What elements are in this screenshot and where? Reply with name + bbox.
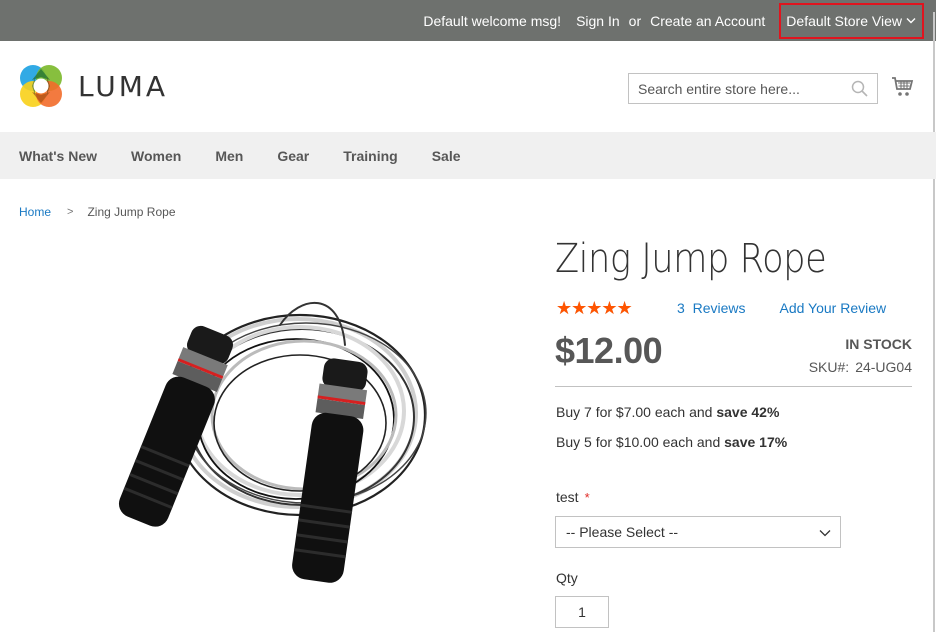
required-asterisk: * (584, 490, 590, 505)
stock-status: IN STOCK (845, 336, 912, 352)
product-price: $12.00 (555, 330, 663, 371)
store-view-switcher[interactable]: Default Store View (779, 2, 924, 39)
nav-item-sale[interactable]: Sale (432, 148, 461, 164)
qty-input[interactable] (555, 596, 609, 628)
or-text: or (628, 12, 642, 29)
nav-item-gear[interactable]: Gear (277, 148, 309, 164)
rating-stars-filled-icon: ★★★★★ (556, 299, 633, 317)
main-navigation: What's New Women Men Gear Training Sale (0, 132, 936, 179)
nav-item-men[interactable]: Men (215, 148, 243, 164)
logo-text: LUMA (78, 69, 169, 103)
sku-value: 24-UG04 (855, 359, 912, 375)
create-account-link[interactable]: Create an Account (650, 13, 765, 29)
sku-label: SKU#: (808, 359, 850, 375)
tier-price-save: save 17% (724, 434, 788, 450)
tier-price-text: Buy 5 for $10.00 each and (556, 434, 725, 450)
breadcrumb-current: Zing Jump Rope (87, 205, 176, 219)
top-links: Default welcome msg! Sign In or Create a… (423, 0, 924, 41)
nav-item-whats-new[interactable]: What's New (19, 148, 97, 164)
tier-price-text: Buy 7 for $7.00 each and (556, 404, 717, 420)
chevron-down-icon (906, 18, 916, 24)
search-input[interactable] (629, 74, 839, 103)
product-title: Zing Jump Rope (555, 236, 827, 282)
search-box[interactable] (628, 73, 878, 104)
breadcrumb-home[interactable]: Home (19, 205, 51, 219)
store-view-label: Default Store View (786, 12, 902, 29)
tier-price: Buy 5 for $10.00 each and save 17% (556, 434, 787, 450)
product-rating: ★★★★★ ★★★★★ 3 Reviews Add Your Review (556, 299, 886, 317)
sign-in-link[interactable]: Sign In (576, 13, 620, 29)
nav-item-women[interactable]: Women (131, 148, 181, 164)
breadcrumb-separator-icon: > (67, 206, 74, 218)
search-icon[interactable] (851, 80, 868, 97)
luma-logo-icon (20, 65, 62, 107)
option-label-text: test (556, 489, 579, 505)
chevron-down-icon (819, 530, 831, 537)
product-image[interactable] (110, 285, 440, 595)
scrollbar[interactable] (933, 12, 935, 632)
qty-label: Qty (556, 570, 578, 586)
tier-price-save: save 42% (716, 404, 780, 420)
option-select-value: -- Please Select -- (566, 524, 679, 540)
reviews-count: 3 (677, 300, 685, 316)
tier-price: Buy 7 for $7.00 each and save 42% (556, 404, 779, 420)
add-review-link[interactable]: Add Your Review (779, 300, 886, 316)
divider (555, 386, 912, 387)
breadcrumb: Home > Zing Jump Rope (19, 205, 176, 219)
reviews-label: Reviews (692, 300, 746, 316)
welcome-message: Default welcome msg! (423, 12, 562, 29)
luma-logo[interactable]: LUMA (18, 63, 168, 109)
nav-item-training[interactable]: Training (343, 148, 397, 164)
top-bar: Default welcome msg! Sign In or Create a… (0, 0, 936, 41)
option-select[interactable]: -- Please Select -- (555, 516, 841, 548)
reviews-link[interactable]: 3 Reviews (677, 300, 745, 316)
cart-icon[interactable] (891, 76, 915, 98)
product-sku: SKU#: 24-UG04 (809, 359, 912, 375)
option-label: test * (556, 489, 590, 505)
rating-stars: ★★★★★ ★★★★★ (556, 299, 644, 317)
